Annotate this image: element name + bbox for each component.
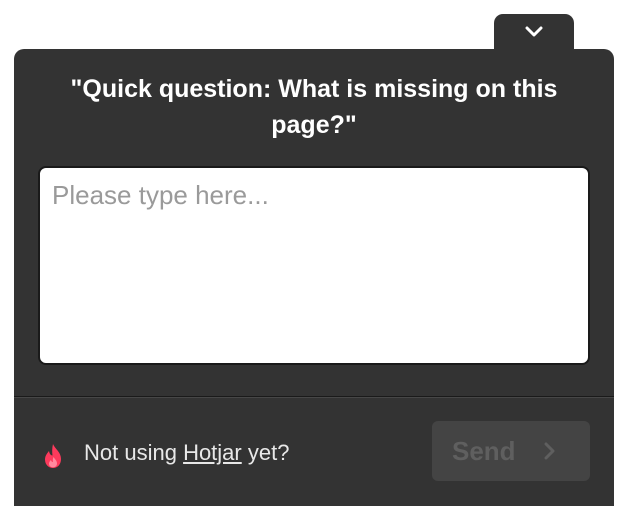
send-button[interactable]: Send [432,421,590,481]
poll-question: "Quick question: What is missing on this… [70,75,558,139]
feedback-poll-widget: "Quick question: What is missing on this… [14,49,614,506]
chevron-right-icon [544,442,555,460]
hotjar-promo-text: Not using Hotjar yet? [84,440,289,466]
hotjar-link[interactable]: Hotjar [183,440,242,465]
page-stage: "Quick question: What is missing on this… [0,0,628,506]
widget-footer: Not using Hotjar yet? Send [14,398,614,506]
promo-prefix: Not using [84,440,184,465]
chevron-down-icon [525,26,543,37]
answer-textarea[interactable] [38,166,590,365]
promo-suffix: yet? [241,440,290,465]
hotjar-flame-icon [45,444,61,468]
send-button-label: Send [452,435,516,466]
